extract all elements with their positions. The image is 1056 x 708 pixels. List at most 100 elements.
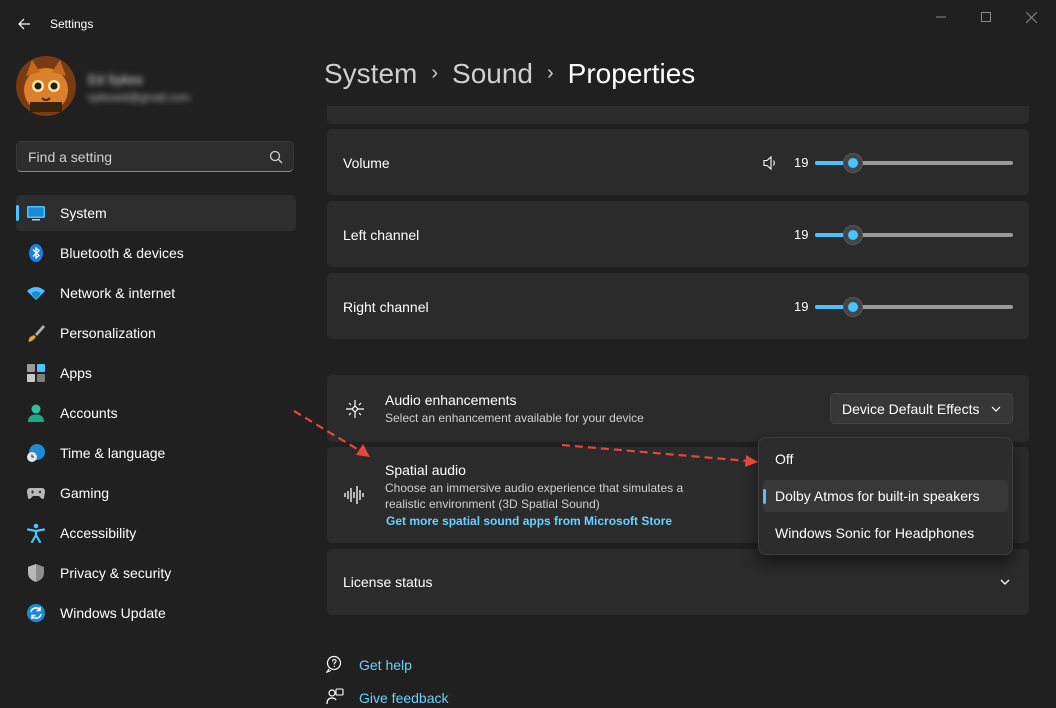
sidebar-item-label: Privacy & security <box>60 565 172 581</box>
sidebar-item-label: Gaming <box>60 485 110 501</box>
left-channel-slider[interactable] <box>815 225 1013 245</box>
user-email: sykesed@gmail.com <box>88 92 190 104</box>
sidebar-item-gaming[interactable]: Gaming <box>16 475 296 511</box>
slider-thumb[interactable] <box>842 225 863 245</box>
previous-setting-card <box>327 106 1029 124</box>
give-feedback-label: Give feedback <box>359 690 449 706</box>
sidebar-item-label: Accessibility <box>60 525 137 541</box>
sidebar-item-label: Personalization <box>60 325 156 341</box>
soundwave-icon <box>344 486 364 504</box>
audio-enhancements-title: Audio enhancements <box>385 392 517 408</box>
spatial-audio-description-1: Choose an immersive audio experience tha… <box>385 481 684 495</box>
menu-item-label: Windows Sonic for Headphones <box>775 525 975 541</box>
enhancements-dropdown[interactable]: Device Default Effects <box>830 393 1013 424</box>
apps-icon <box>27 364 45 382</box>
menu-item-label: Dolby Atmos for built-in speakers <box>775 488 980 504</box>
selected-indicator <box>763 489 766 504</box>
sparkle-icon <box>346 400 364 418</box>
globe-clock-icon <box>27 444 45 462</box>
breadcrumb-system[interactable]: System <box>324 58 417 89</box>
maximize-button[interactable] <box>963 6 1009 28</box>
volume-value: 19 <box>794 155 809 170</box>
chevron-right-icon: › <box>547 62 554 84</box>
sidebar-item-privacy[interactable]: Privacy & security <box>16 555 296 591</box>
menu-item-dolby-atmos[interactable]: Dolby Atmos for built-in speakers <box>763 480 1008 512</box>
license-status-card[interactable]: License status <box>327 549 1029 615</box>
shield-icon <box>28 564 44 582</box>
help-chat-icon <box>326 655 342 673</box>
search-placeholder: Find a setting <box>28 149 113 165</box>
spatial-audio-description-2: realistic environment (3D Spatial Sound) <box>385 497 600 511</box>
speaker-icon[interactable] <box>762 155 778 171</box>
minimize-button[interactable] <box>918 6 964 28</box>
left-channel-value: 19 <box>794 227 809 242</box>
audio-enhancements-description: Select an enhancement available for your… <box>385 411 644 425</box>
license-status-label: License status <box>343 574 433 590</box>
chevron-down-icon <box>991 406 1001 412</box>
sidebar-item-label: Bluetooth & devices <box>60 245 184 261</box>
person-icon <box>28 404 44 422</box>
page-title: Properties <box>567 58 696 89</box>
minimize-icon <box>936 16 946 18</box>
menu-item-label: Off <box>775 451 794 467</box>
left-channel-label: Left channel <box>343 227 420 243</box>
close-icon <box>1025 11 1037 23</box>
audio-enhancements-card: Audio enhancements Select an enhancement… <box>327 375 1029 442</box>
user-name: Ed Sykes <box>88 72 143 87</box>
sidebar-nav: System Bluetooth & devices Network & int… <box>16 195 296 635</box>
sidebar-item-label: Accounts <box>60 405 118 421</box>
title-bar: Settings <box>0 0 1056 48</box>
search-input[interactable]: Find a setting <box>16 141 294 172</box>
right-channel-card: Right channel 19 <box>327 273 1029 339</box>
chevron-down-icon[interactable] <box>999 576 1011 588</box>
close-button[interactable] <box>1008 6 1054 28</box>
controller-icon <box>27 488 45 499</box>
feedback-icon <box>326 688 344 705</box>
sidebar-item-label: Apps <box>60 365 92 381</box>
app-title: Settings <box>50 17 94 31</box>
active-indicator <box>16 205 19 221</box>
sidebar-item-bluetooth[interactable]: Bluetooth & devices <box>16 235 296 271</box>
menu-item-off[interactable]: Off <box>763 443 1008 475</box>
spatial-audio-title: Spatial audio <box>385 462 466 478</box>
right-channel-value: 19 <box>794 299 809 314</box>
sidebar-item-label: Windows Update <box>60 605 166 621</box>
menu-item-windows-sonic[interactable]: Windows Sonic for Headphones <box>763 517 1008 549</box>
back-arrow-icon <box>18 18 30 30</box>
sidebar-item-label: Network & internet <box>60 285 176 301</box>
left-channel-card: Left channel 19 <box>327 201 1029 267</box>
breadcrumb-sound[interactable]: Sound <box>452 58 533 89</box>
volume-slider[interactable] <box>815 153 1013 173</box>
right-channel-label: Right channel <box>343 299 429 315</box>
sidebar-item-label: Time & language <box>60 445 166 461</box>
sidebar-item-network[interactable]: Network & internet <box>16 275 296 311</box>
spatial-audio-menu: Off Dolby Atmos for built-in speakers Wi… <box>758 437 1013 555</box>
volume-card: Volume 19 <box>327 129 1029 195</box>
right-channel-slider[interactable] <box>815 297 1013 317</box>
get-help-label: Get help <box>359 657 412 673</box>
monitor-icon <box>27 206 45 221</box>
sidebar-item-label: System <box>60 205 107 221</box>
sidebar-item-accessibility[interactable]: Accessibility <box>16 515 296 551</box>
dropdown-value: Device Default Effects <box>842 401 980 417</box>
sidebar-item-personalization[interactable]: Personalization <box>16 315 296 351</box>
search-icon <box>269 150 283 164</box>
avatar <box>16 56 76 116</box>
slider-thumb[interactable] <box>842 153 863 173</box>
brush-icon <box>28 325 45 342</box>
wifi-icon <box>27 287 45 300</box>
sidebar-item-time-language[interactable]: Time & language <box>16 435 296 471</box>
breadcrumb: System › Sound › Properties <box>324 58 695 90</box>
volume-label: Volume <box>343 155 390 171</box>
accessibility-icon <box>26 523 46 543</box>
sidebar-item-windows-update[interactable]: Windows Update <box>16 595 296 631</box>
back-button[interactable] <box>10 10 38 38</box>
maximize-icon <box>981 12 991 22</box>
sidebar-item-accounts[interactable]: Accounts <box>16 395 296 431</box>
slider-thumb[interactable] <box>842 297 863 317</box>
microsoft-store-link[interactable]: Get more spatial sound apps from Microso… <box>386 514 672 528</box>
chevron-right-icon: › <box>431 62 439 84</box>
sidebar-item-apps[interactable]: Apps <box>16 355 296 391</box>
sidebar-item-system[interactable]: System <box>16 195 296 231</box>
bluetooth-icon <box>29 244 43 262</box>
